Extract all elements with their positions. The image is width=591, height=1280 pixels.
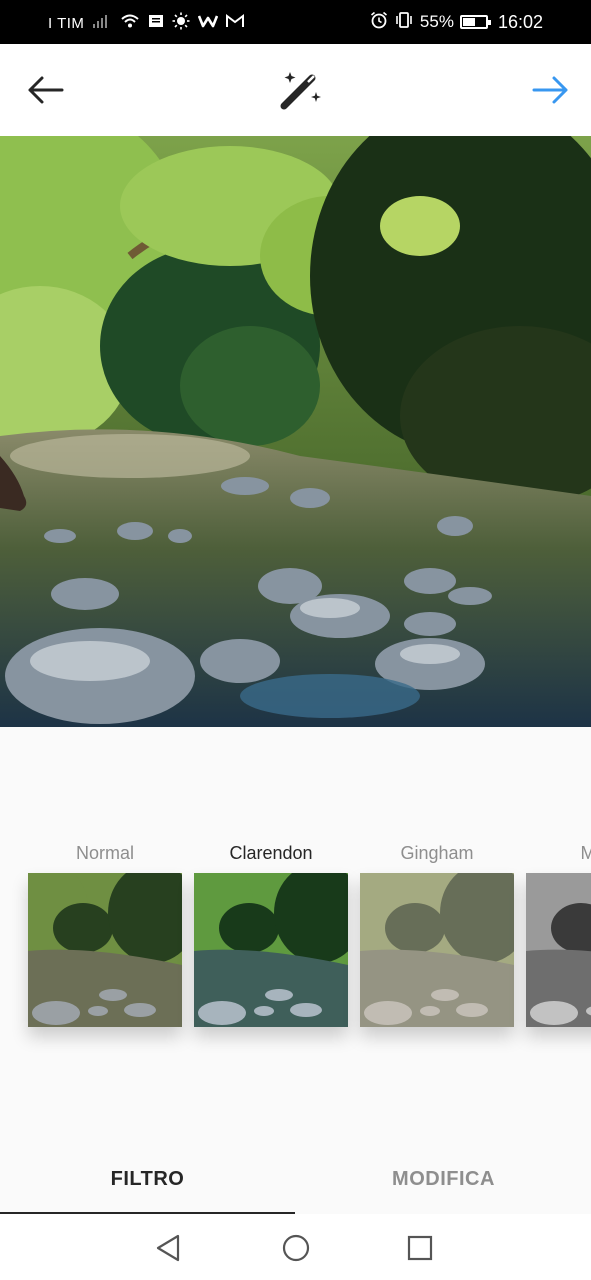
filter-thumbnail (526, 873, 591, 1027)
nav-recents-icon (407, 1235, 433, 1261)
nav-home-button[interactable] (280, 1232, 312, 1264)
filter-clarendon[interactable]: Clarendon (194, 839, 348, 1027)
nav-back-button[interactable] (152, 1232, 184, 1264)
system-nav-bar (0, 1214, 591, 1280)
arrow-right-icon (532, 76, 568, 104)
filter-name: Moon (580, 843, 591, 863)
status-right: 55% 16:02 (370, 11, 543, 33)
filter-name: Gingham (400, 843, 474, 863)
filter-thumbnail (360, 873, 514, 1027)
battery-icon (459, 15, 491, 29)
filter-thumbnail (28, 873, 182, 1027)
filter-name: Normal (75, 843, 134, 863)
vibrate-icon (394, 11, 414, 33)
status-bar: I TIM 55% 16:02 (0, 0, 591, 44)
tab-filtro[interactable]: FILTRO (0, 1157, 295, 1214)
lux-button[interactable] (278, 68, 324, 112)
w-app-icon (198, 13, 219, 33)
tab-filtro-label: FILTRO (110, 1168, 185, 1190)
filter-name: Clarendon (229, 843, 313, 863)
tab-modifica-label: MODIFICA (392, 1168, 495, 1190)
gmail-icon (226, 13, 245, 33)
battery-fill (462, 18, 475, 26)
tab-modifica[interactable]: MODIFICA (296, 1157, 591, 1214)
status-left: I TIM (48, 12, 245, 34)
signal-icon (92, 13, 112, 33)
editor-toolbar (0, 44, 591, 136)
river-photo (0, 136, 591, 727)
arrow-left-icon (28, 76, 64, 104)
magic-wand-icon (280, 72, 321, 110)
clock: 16:02 (497, 11, 543, 32)
back-button[interactable] (24, 70, 68, 110)
photo-preview (0, 136, 591, 727)
editor-tabs: FILTRO MODIFICA (0, 1157, 591, 1214)
filter-moon[interactable]: Moon (526, 839, 591, 1027)
message-icon (148, 13, 164, 33)
carrier-label: I TIM (48, 14, 85, 32)
nav-back-icon (156, 1234, 180, 1262)
battery-percent: 55% (419, 12, 454, 31)
filter-strip: Normal Clarendon Gingham Moon (0, 727, 591, 1157)
alarm-icon (370, 11, 388, 33)
nav-home-icon (282, 1234, 310, 1262)
brightness-icon (172, 12, 190, 34)
filter-normal[interactable]: Normal (28, 839, 182, 1027)
filter-thumbnail (194, 873, 348, 1027)
next-button[interactable] (528, 70, 572, 110)
nav-recents-button[interactable] (404, 1232, 436, 1264)
filter-gingham[interactable]: Gingham (360, 839, 514, 1027)
wifi-icon (120, 13, 140, 33)
